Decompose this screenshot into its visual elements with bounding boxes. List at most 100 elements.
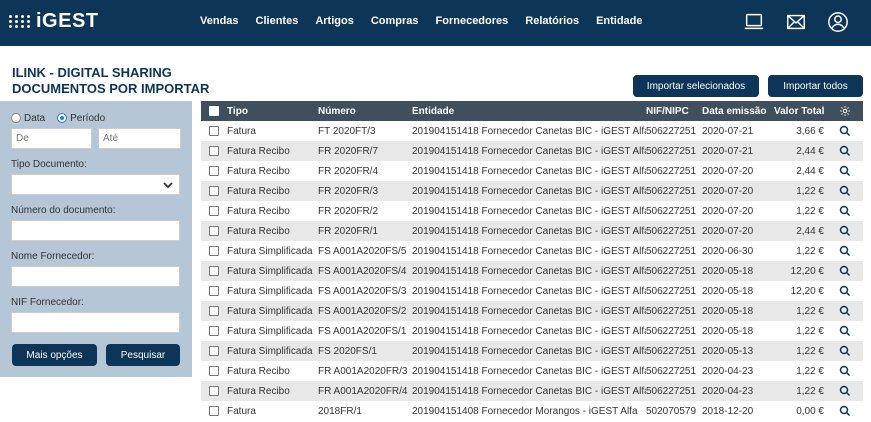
monitor-icon[interactable] <box>743 11 765 33</box>
table-row[interactable]: Fatura Simplificada FS A001A2020FS/4 20190… <box>201 261 863 281</box>
radio-periodo[interactable] <box>57 113 68 123</box>
cell-numero: FS A001A2020FS/4 <box>318 265 407 277</box>
search-icon[interactable] <box>839 185 851 197</box>
table-row[interactable]: Fatura Simplificada FS A001A2020FS/5 20190… <box>201 241 863 261</box>
row-checkbox[interactable] <box>209 246 219 256</box>
search-icon[interactable] <box>839 385 851 397</box>
nome-fornecedor-input[interactable] <box>11 266 180 287</box>
search-icon[interactable] <box>839 165 851 177</box>
table-row[interactable]: Fatura Recibo FR 2020FR/1 201904151418 For… <box>201 221 863 241</box>
numero-documento-input[interactable] <box>11 220 180 241</box>
table-row[interactable]: Fatura Simplificada FS A001A2020FS/1 20190… <box>201 321 863 341</box>
cell-valor-total: 0,00 € <box>796 405 824 417</box>
cell-nif: 506227251 <box>646 265 697 277</box>
search-icon[interactable] <box>839 345 851 357</box>
nav-vendas[interactable]: Vendas <box>200 15 239 27</box>
search-icon[interactable] <box>839 205 851 217</box>
cell-tipo: Fatura Simplificada <box>227 325 313 337</box>
search-icon[interactable] <box>839 285 851 297</box>
cell-data-emissao: 2020-07-20 <box>702 165 754 177</box>
nav-fornecedores[interactable]: Fornecedores <box>436 15 509 27</box>
search-icon[interactable] <box>839 265 851 277</box>
row-checkbox[interactable] <box>209 346 219 356</box>
table-row[interactable]: Fatura FT 2020FT/3 201904151418 Fornecedor… <box>201 121 863 141</box>
cell-valor-total: 1,22 € <box>796 345 824 357</box>
table-row[interactable]: Fatura Simplificada FS A001A2020FS/2 20190… <box>201 301 863 321</box>
table-row[interactable]: Fatura 2018FR/1 201904151408 Fornecedor Mo… <box>201 401 863 421</box>
table-row[interactable]: Fatura Recibo FR 2020FR/2 201904151418 For… <box>201 201 863 221</box>
cell-numero: FS A001A2020FS/3 <box>318 285 407 297</box>
cell-nif: 506227251 <box>646 245 697 257</box>
row-checkbox[interactable] <box>209 286 219 296</box>
row-checkbox[interactable] <box>209 306 219 316</box>
table-row[interactable]: Fatura Simplificada FS 2020FS/1 2019041514… <box>201 341 863 361</box>
import-selected-button[interactable]: Importar selecionados <box>633 75 759 97</box>
mail-icon[interactable] <box>785 11 807 33</box>
cell-tipo: Fatura Recibo <box>227 165 290 177</box>
cell-nif: 502070579 <box>646 405 697 417</box>
search-icon[interactable] <box>839 145 851 157</box>
row-checkbox[interactable] <box>209 226 219 236</box>
table-row[interactable]: Fatura Simplificada FS A001A2020FS/3 20190… <box>201 281 863 301</box>
row-checkbox[interactable] <box>209 326 219 336</box>
row-checkbox[interactable] <box>209 126 219 136</box>
gear-icon[interactable] <box>839 105 851 117</box>
row-checkbox[interactable] <box>209 386 219 396</box>
date-to-input[interactable] <box>98 128 181 149</box>
cell-numero: 2018FR/1 <box>318 405 362 417</box>
date-from-input[interactable] <box>11 128 92 149</box>
nav-compras[interactable]: Compras <box>371 15 419 27</box>
search-icon[interactable] <box>839 225 851 237</box>
table-row[interactable]: Fatura Recibo FR 2020FR/3 201904151418 For… <box>201 181 863 201</box>
header-tipo[interactable]: Tipo <box>227 106 318 117</box>
row-checkbox[interactable] <box>209 186 219 196</box>
header-entidade[interactable]: Entidade <box>412 106 646 117</box>
app-logo[interactable]: iGEST <box>9 10 99 33</box>
row-checkbox[interactable] <box>209 366 219 376</box>
cell-data-emissao: 2020-04-23 <box>702 385 754 397</box>
cell-nif: 506227251 <box>646 365 697 377</box>
row-checkbox[interactable] <box>209 146 219 156</box>
table-row[interactable]: Fatura Recibo FR 2020FR/7 201904151418 For… <box>201 141 863 161</box>
nav-entidade[interactable]: Entidade <box>596 15 642 27</box>
cell-entidade: 201904151418 Fornecedor Canetas BIC - iG… <box>412 265 646 277</box>
documents-table: Tipo Número Entidade NIF/NIPC Data emiss… <box>201 101 863 421</box>
search-icon[interactable] <box>839 365 851 377</box>
nav-relatorios[interactable]: Relatórios <box>525 15 579 27</box>
nav-clientes[interactable]: Clientes <box>256 15 299 27</box>
row-checkbox[interactable] <box>209 406 219 416</box>
top-icons <box>723 11 849 33</box>
nif-fornecedor-input[interactable] <box>11 312 180 333</box>
cell-numero: FR 2020FR/4 <box>318 165 379 177</box>
header-nif[interactable]: NIF/NIPC <box>646 106 702 117</box>
row-checkbox[interactable] <box>209 266 219 276</box>
cell-data-emissao: 2020-06-30 <box>702 245 754 257</box>
search-icon[interactable] <box>839 325 851 337</box>
table-header: Tipo Número Entidade NIF/NIPC Data emiss… <box>201 101 863 121</box>
table-row[interactable]: Fatura Recibo FR A001A2020FR/4 20190415141… <box>201 381 863 401</box>
cell-entidade: 201904151418 Fornecedor Canetas BIC - iG… <box>412 325 646 337</box>
search-icon[interactable] <box>839 245 851 257</box>
select-all-checkbox[interactable] <box>209 106 219 116</box>
cell-numero: FR A001A2020FR/4 <box>318 385 408 397</box>
table-row[interactable]: Fatura Recibo FR 2020FR/4 201904151418 For… <box>201 161 863 181</box>
search-icon[interactable] <box>839 125 851 137</box>
cell-nif: 506227251 <box>646 205 697 217</box>
search-icon[interactable] <box>839 405 851 417</box>
cell-numero: FR 2020FR/3 <box>318 185 379 197</box>
import-all-button[interactable]: Importar todos <box>768 75 863 97</box>
user-icon[interactable] <box>827 11 849 33</box>
radio-data[interactable] <box>11 113 21 123</box>
tipo-documento-select[interactable] <box>11 174 180 195</box>
header-numero[interactable]: Número <box>318 106 412 117</box>
header-data-emissao[interactable]: Data emissão <box>702 106 774 117</box>
header-valor-total[interactable]: Valor Total <box>774 106 826 117</box>
nav-artigos[interactable]: Artigos <box>315 15 354 27</box>
row-checkbox[interactable] <box>209 206 219 216</box>
search-icon[interactable] <box>839 305 851 317</box>
cell-valor-total: 1,22 € <box>796 205 824 217</box>
table-row[interactable]: Fatura Recibo FR A001A2020FR/3 20190415141… <box>201 361 863 381</box>
search-button[interactable]: Pesquisar <box>106 344 180 366</box>
row-checkbox[interactable] <box>209 166 219 176</box>
more-options-button[interactable]: Mais opções <box>12 344 97 366</box>
